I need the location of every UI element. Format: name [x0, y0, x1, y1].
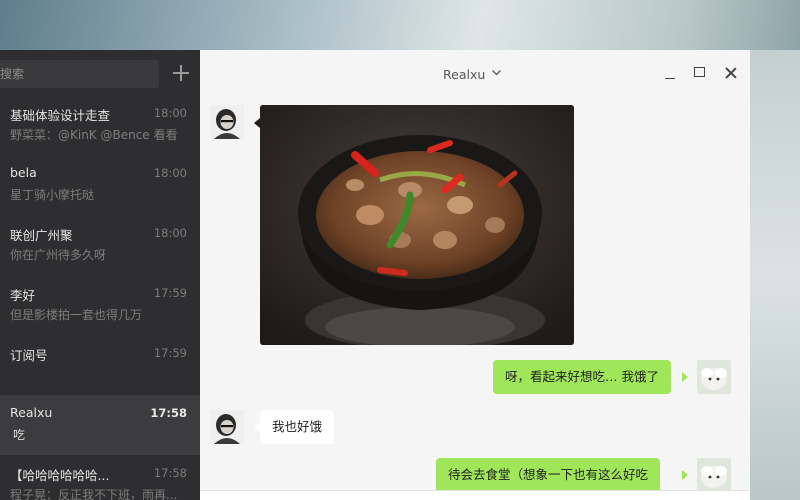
conversation-name: bela [10, 165, 37, 180]
my-message-bubble[interactable]: 呀，看起来好想吃… 我饿了 [493, 360, 671, 394]
chat-title[interactable]: Realxu [443, 67, 485, 82]
conversation-preview: 但是影楼拍一套也得几万 [10, 308, 143, 322]
conversation-sidebar: 搜索 基础体验设计走查 18:00 野菜菜：@KinK @Bence 看看 be… [0, 50, 200, 500]
person-avatar-icon [210, 105, 244, 139]
conversation-time: 18:00 [153, 166, 187, 180]
conversation-item-active[interactable]: Realxu 17:58 吃 [0, 395, 200, 455]
desktop-wallpaper-right [750, 50, 800, 500]
avatar[interactable] [210, 410, 244, 444]
message-text: 我也好饿 [272, 419, 323, 434]
bubble-tail [254, 118, 260, 128]
bubble-tail [682, 470, 688, 480]
conversation-item[interactable]: 基础体验设计走查 18:00 野菜菜：@KinK @Bence 看看 [0, 95, 200, 155]
avatar[interactable] [697, 360, 731, 394]
add-chat-button[interactable] [172, 64, 190, 82]
conversation-time: 17:58 [150, 406, 187, 420]
conversation-name: 联创广州聚 [10, 228, 73, 243]
search-row: 搜索 [0, 60, 200, 88]
conversation-time: 17:59 [153, 286, 187, 300]
person-avatar-icon [210, 410, 244, 444]
conversation-time: 18:00 [153, 226, 187, 240]
conversation-item[interactable]: 订阅号 17:59 [0, 335, 200, 395]
clay-pot-dish-image [260, 105, 574, 345]
message-text: 呀，看起来好想吃… 我饿了 [505, 369, 659, 384]
conversation-name: 订阅号 [10, 348, 48, 363]
conversation-preview: 星丁骑小摩托哒 [10, 188, 95, 202]
message-input-area[interactable] [200, 490, 750, 500]
conversation-name: 基础体验设计走查 [10, 108, 111, 123]
my-message-bubble[interactable]: 待会去食堂（想象一下也有这么好吃 [436, 458, 661, 492]
conversation-preview: 野菜菜：@KinK @Bence 看看 [10, 128, 178, 142]
maximize-button[interactable] [694, 67, 705, 77]
desktop-wallpaper [0, 0, 800, 50]
food-photo-message[interactable] [260, 105, 574, 345]
other-message-bubble[interactable]: 我也好饿 [260, 410, 335, 444]
minimize-button[interactable] [664, 68, 676, 80]
conversation-preview: 吃 [13, 428, 26, 442]
chat-window: Realxu 呀，看起来好想吃… 我饿了 我也好饿 待会去食堂（想象一下也有这么… [200, 50, 750, 500]
conversation-list: 基础体验设计走查 18:00 野菜菜：@KinK @Bence 看看 bela … [0, 95, 200, 500]
conversation-name: 李好 [10, 288, 36, 303]
conversation-preview: 你在广州待多久呀 [10, 248, 107, 262]
chat-header: Realxu [200, 50, 750, 96]
conversation-preview: 程子晃：反正我不下班，雨再... [10, 488, 178, 500]
conversation-time: 17:59 [153, 346, 187, 360]
conversation-name: 【哈哈哈哈哈哈... [10, 468, 110, 483]
sheep-avatar-icon [697, 458, 731, 492]
chevron-down-icon[interactable] [492, 68, 501, 77]
conversation-name: Realxu [10, 405, 53, 420]
message-text: 待会去食堂（想象一下也有这么好吃 [448, 467, 649, 482]
search-input[interactable]: 搜索 [0, 60, 159, 88]
conversation-time: 17:58 [153, 466, 187, 480]
conversation-item[interactable]: 联创广州聚 18:00 你在广州待多久呀 [0, 215, 200, 275]
conversation-item[interactable]: 李好 17:59 但是影楼拍一套也得几万 [0, 275, 200, 335]
conversation-item[interactable]: bela 18:00 星丁骑小摩托哒 [0, 155, 200, 215]
bubble-tail [682, 372, 688, 382]
close-button[interactable] [724, 66, 738, 80]
search-placeholder: 搜索 [0, 67, 25, 81]
conversation-item[interactable]: 【哈哈哈哈哈哈... 17:58 程子晃：反正我不下班，雨再... [0, 455, 200, 500]
avatar[interactable] [210, 105, 244, 139]
sheep-avatar-icon [697, 360, 731, 394]
avatar[interactable] [697, 458, 731, 492]
conversation-time: 18:00 [153, 106, 187, 120]
